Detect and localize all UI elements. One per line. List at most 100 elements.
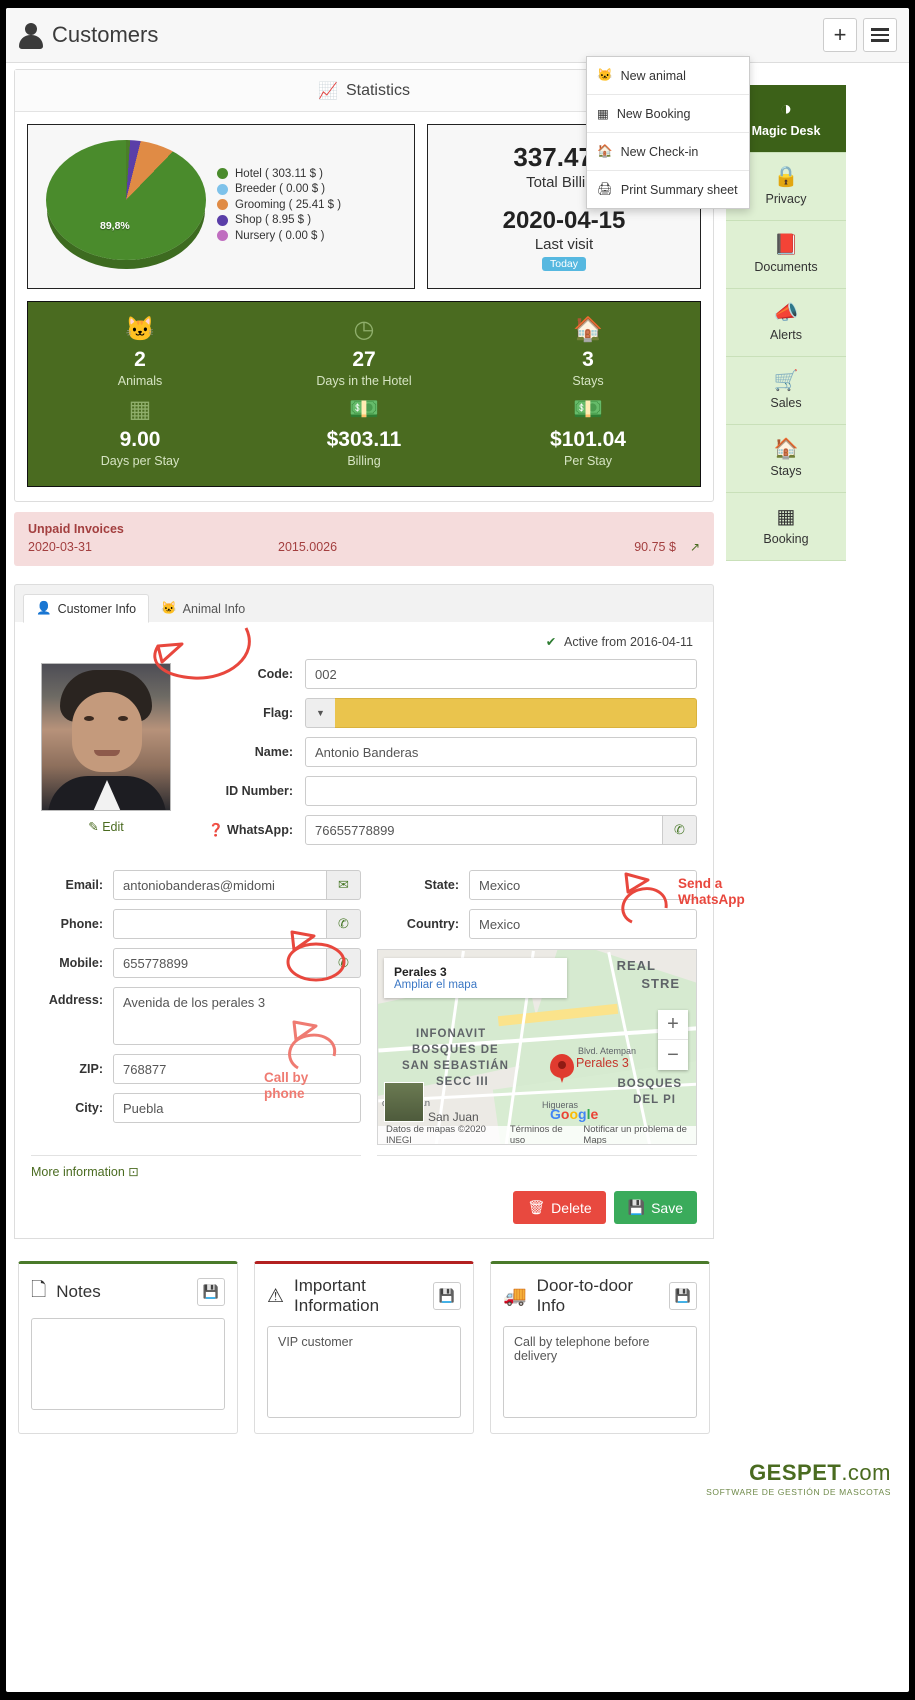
legend-swatch: [217, 199, 228, 211]
door-to-door-card: 🚚 Door-to-door Info 💾: [490, 1261, 710, 1434]
tab-animal-info[interactable]: 🐱 Animal Info: [149, 595, 257, 622]
pie-shape: [46, 139, 206, 260]
rail-item-documents[interactable]: 📕 Documents: [726, 221, 846, 289]
chart-line-icon: 📈: [318, 82, 338, 100]
legend-item: Shop ( 8.95 $ ): [217, 214, 341, 226]
field-country: Country:: [377, 909, 697, 939]
phone-input[interactable]: [113, 909, 327, 939]
rail-item-stays[interactable]: 🏠 Stays: [726, 425, 846, 493]
map-report-link[interactable]: Notificar un problema de Maps: [583, 1124, 696, 1144]
brand-tagline: SOFTWARE DE GESTIÓN DE MASCOTAS: [706, 1487, 891, 1497]
mobile-input[interactable]: [113, 948, 327, 978]
rail-item-label: Documents: [754, 260, 818, 274]
flag-color-swatch[interactable]: [335, 698, 697, 728]
door-to-door-textarea[interactable]: [503, 1326, 697, 1418]
legend-item: Grooming ( 25.41 $ ): [217, 199, 341, 211]
tab-customer-info[interactable]: 👤 Customer Info: [23, 594, 150, 623]
whatsapp-icon[interactable]: ✆: [663, 815, 697, 845]
name-input[interactable]: [305, 737, 697, 767]
rail-item-sales[interactable]: 🛒 Sales: [726, 357, 846, 425]
phone-icon[interactable]: ✆: [327, 909, 361, 939]
menu-item-label: New Booking: [616, 106, 691, 121]
body-row: 📈 Statistics 89,8% Hotel ( 303.11 $) Br…: [6, 63, 909, 1497]
help-icon[interactable]: ❓: [208, 823, 224, 837]
field-zip: ZIP:: [31, 1054, 361, 1084]
pet-icon: 🐱: [597, 68, 613, 82]
edit-photo-button[interactable]: ✎ Edit: [31, 819, 181, 834]
legend-label: Nursery ( 0.00 $ ): [235, 229, 325, 242]
today-badge: Today: [541, 257, 587, 271]
check-icon: ✔: [545, 635, 557, 649]
menu-item-new-check-in[interactable]: 🏠 New Check-in: [587, 133, 749, 171]
menu-button[interactable]: [863, 18, 897, 52]
cart-icon: 🛒: [773, 370, 799, 392]
zoom-out-button[interactable]: −: [658, 1040, 688, 1070]
notes-card-header: 🗋 Notes 💾: [31, 1276, 225, 1308]
map-area-label: DEL PI: [633, 1094, 676, 1106]
menu-item-print-summary-sheet[interactable]: 🖨 Print Summary sheet: [587, 171, 749, 208]
whatsapp-group: ✆: [305, 815, 697, 845]
save-important-button[interactable]: 💾: [433, 1282, 461, 1310]
notes-textarea[interactable]: [31, 1318, 225, 1410]
menu-item-new-booking[interactable]: ▦ New Booking: [587, 95, 749, 133]
rail-item-alerts[interactable]: 📣 Alerts: [726, 289, 846, 357]
field-city: City:: [31, 1093, 361, 1123]
external-link-icon[interactable]: ↗: [690, 540, 700, 554]
brand-prefix: GESPET: [749, 1460, 842, 1485]
map-satellite-thumbnail[interactable]: [384, 1082, 424, 1122]
envelope-icon[interactable]: ✉: [327, 870, 361, 900]
kpi-value: $101.04: [550, 428, 626, 451]
field-name: Name:: [193, 737, 697, 767]
warning-icon: ⚠: [267, 1285, 285, 1307]
field-code: Code:: [193, 659, 697, 689]
menu-item-new-animal[interactable]: 🐱 New animal: [587, 57, 749, 95]
important-textarea[interactable]: [267, 1326, 461, 1418]
table-row[interactable]: 2020-03-31 2015.0026 90.75 $ ↗: [28, 540, 700, 554]
chevron-down-icon[interactable]: ▼: [305, 698, 335, 728]
kpi-per-stay: 💵 $101.04 Per Stay: [476, 398, 700, 469]
delete-button[interactable]: 🗑 Delete: [513, 1191, 606, 1224]
state-label: State:: [424, 878, 459, 892]
add-button[interactable]: +: [823, 18, 857, 52]
phone-icon[interactable]: ✆: [327, 948, 361, 978]
state-input[interactable]: [469, 870, 697, 900]
code-label: Code:: [257, 667, 293, 681]
map-area-label: BOSQUES DE: [412, 1044, 499, 1056]
pencil-icon: ✎: [88, 820, 99, 834]
save-notes-button[interactable]: 💾: [197, 1278, 225, 1306]
id-number-input[interactable]: [305, 776, 697, 806]
rail-item-label: Alerts: [770, 328, 802, 342]
tab-label: Animal Info: [182, 601, 246, 616]
map-expand-link[interactable]: Ampliar el mapa: [394, 979, 477, 991]
map-terms-link[interactable]: Términos de uso: [510, 1124, 572, 1144]
city-input[interactable]: [113, 1093, 361, 1123]
zoom-in-button[interactable]: +: [658, 1010, 688, 1040]
code-input[interactable]: [305, 659, 697, 689]
invoice-number: 2015.0026: [278, 540, 338, 554]
save-button[interactable]: 💾 Save: [613, 1191, 697, 1224]
field-mobile: Mobile: ✆: [31, 948, 361, 978]
location-map[interactable]: BOSQUES DE REAL STRE INFONAVIT BOSQUES D…: [377, 949, 697, 1145]
pet-icon: 🐱: [161, 601, 177, 615]
whatsapp-input[interactable]: [305, 815, 663, 845]
map-street-label: Blvd. Atempan: [577, 1046, 636, 1056]
person-icon: 👤: [36, 601, 52, 615]
save-door-to-door-button[interactable]: 💾: [669, 1282, 697, 1310]
menu-item-label: New animal: [620, 68, 686, 83]
zip-input[interactable]: [113, 1054, 361, 1084]
form-actions: 🗑 Delete 💾 Save: [31, 1191, 697, 1224]
email-input[interactable]: [113, 870, 327, 900]
more-information-link[interactable]: More information ⊡: [31, 1155, 361, 1179]
pie-legend: Hotel ( 303.11 $ ) Breeder ( 0.00 $ ) Gr…: [217, 168, 341, 246]
address-textarea[interactable]: [113, 987, 361, 1045]
country-input[interactable]: [469, 909, 697, 939]
home-icon: 🏠: [597, 144, 613, 158]
map-pin-icon: [550, 1054, 574, 1083]
email-label: Email:: [65, 878, 103, 892]
legend-label: Grooming ( 25.41 $ ): [235, 198, 342, 211]
kpi-value: 9.00: [119, 428, 161, 451]
unpaid-invoices-title: Unpaid Invoices: [28, 522, 124, 536]
whatsapp-label-text: WhatsApp:: [227, 822, 293, 837]
flag-selector[interactable]: ▼: [305, 698, 697, 728]
rail-item-booking[interactable]: ▦ Booking: [726, 493, 846, 561]
